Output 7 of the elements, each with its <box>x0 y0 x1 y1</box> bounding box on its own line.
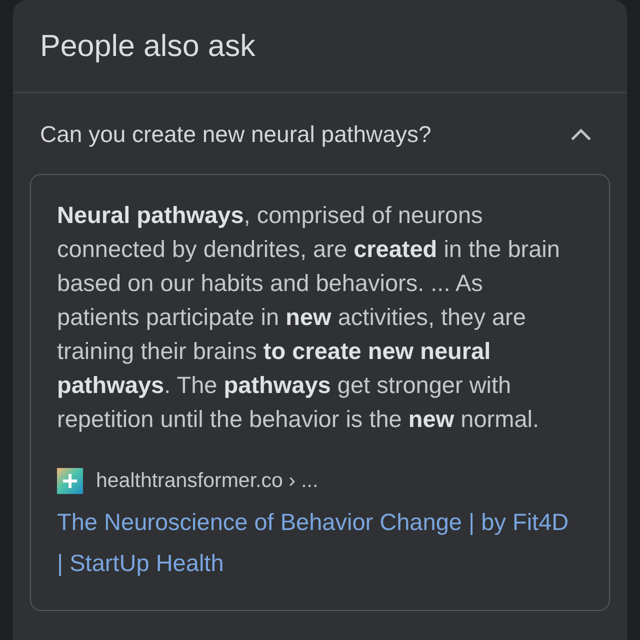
site-favicon-icon <box>57 468 83 494</box>
section-title: People also ask <box>40 28 256 64</box>
answer-snippet: Neural pathways, comprised of neurons connected by dendrites, are created in the brain based on our habits and behaviors. ... As patients participate in new activities, they are training their brains to create new neural pathways. The pathways get stronger with repetition until the behavior is the new normal. <box>57 201 561 434</box>
result-link[interactable]: The Neuroscience of Behavior Change | by Fit4D | StartUp Health <box>57 502 573 584</box>
chevron-up-icon[interactable] <box>571 128 591 140</box>
source-domain: healthtransformer.co › ... <box>96 468 318 494</box>
question-text[interactable]: Can you create new neural pathways? <box>40 120 432 148</box>
